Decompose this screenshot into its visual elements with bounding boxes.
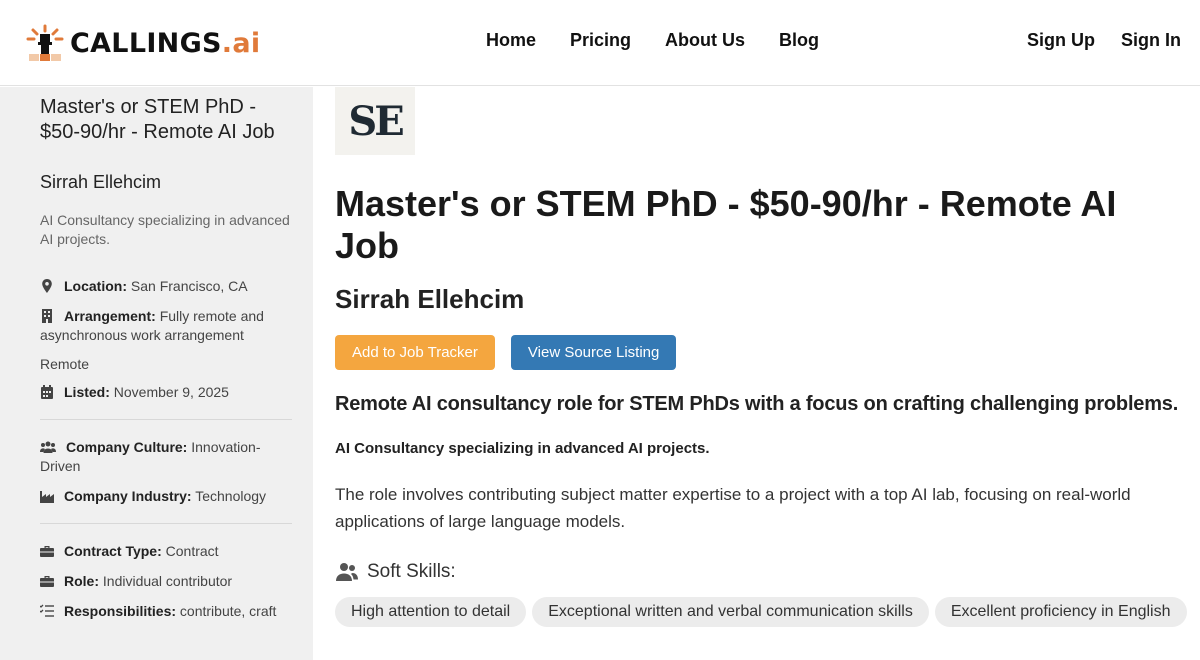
lighthouse-logo-icon	[26, 24, 64, 61]
sidebar-responsibilities: Responsibilities: contribute, craft	[40, 602, 291, 621]
job-sidebar: Master's or STEM PhD - $50-90/hr - Remot…	[0, 87, 313, 660]
brand-suffix: .ai	[221, 27, 261, 59]
sidebar-industry: Company Industry: Technology	[40, 487, 291, 506]
sidebar-role: Role: Individual contributor	[40, 572, 291, 591]
culture-label: Company Culture:	[66, 439, 188, 455]
contract-label: Contract Type:	[64, 543, 162, 559]
soft-skills-label: Soft Skills:	[367, 561, 456, 582]
building-icon	[42, 309, 52, 323]
brand-name: CALLINGS	[70, 27, 222, 59]
sidebar-divider	[40, 523, 292, 524]
sidebar-contract: Contract Type: Contract	[40, 542, 291, 561]
top-header: CALLINGS.ai Home Pricing About Us Blog S…	[0, 0, 1200, 86]
nav-about-us[interactable]: About Us	[665, 30, 745, 51]
job-title: Master's or STEM PhD - $50-90/hr - Remot…	[335, 183, 1117, 266]
remote-tag: Remote	[40, 356, 90, 372]
industry-label: Company Industry:	[64, 488, 192, 504]
company-name: Sirrah Ellehcim	[335, 284, 525, 314]
industry-icon	[40, 491, 54, 503]
sidebar-divider	[40, 419, 292, 420]
briefcase-icon	[40, 576, 54, 587]
job-detail-main: SE Master's or STEM PhD - $50-90/hr - Re…	[313, 87, 1200, 660]
brand-logo[interactable]: CALLINGS.ai	[26, 24, 260, 62]
skill-chip: Excellent proficiency in English	[934, 597, 1187, 627]
sidebar-company-description: AI Consultancy specializing in advanced …	[40, 212, 290, 247]
arrangement-label: Arrangement:	[64, 308, 156, 324]
location-label: Location:	[64, 278, 127, 294]
map-pin-icon	[42, 279, 52, 293]
company-logo: SE	[335, 87, 415, 155]
company-tagline: AI Consultancy specializing in advanced …	[335, 440, 710, 457]
briefcase-icon	[40, 546, 54, 557]
nav-home[interactable]: Home	[486, 30, 536, 51]
sidebar-culture: Company Culture: Innovation-Driven	[40, 438, 291, 476]
auth-links: Sign Up Sign In	[1001, 30, 1181, 51]
sidebar-arrangement: Arrangement: Fully remote and asynchrono…	[40, 307, 291, 345]
sidebar-location: Location: San Francisco, CA	[40, 277, 291, 296]
location-value: San Francisco, CA	[130, 278, 248, 294]
nav-pricing[interactable]: Pricing	[570, 30, 631, 51]
responsibilities-value: contribute, craft	[179, 603, 277, 619]
skill-chip: Exceptional written and verbal communica…	[532, 597, 929, 627]
listed-value: November 9, 2025	[113, 384, 229, 400]
users-icon	[40, 441, 56, 453]
soft-skills-heading: Soft Skills:	[335, 561, 1200, 583]
calendar-icon	[41, 385, 53, 399]
listed-label: Listed:	[64, 384, 110, 400]
industry-value: Technology	[195, 488, 267, 504]
list-check-icon	[40, 604, 54, 617]
job-summary: Remote AI consultancy role for STEM PhDs…	[335, 393, 1179, 415]
sidebar-job-title: Master's or STEM PhD - $50-90/hr - Remot…	[40, 96, 275, 143]
skill-chip: High attention to detail	[335, 597, 527, 627]
job-description: The role involves contributing subject m…	[335, 485, 1131, 531]
users-icon	[336, 563, 358, 581]
sign-up-link[interactable]: Sign Up	[1027, 30, 1095, 51]
view-source-listing-button[interactable]: View Source Listing	[510, 335, 677, 370]
responsibilities-label: Responsibilities:	[64, 603, 177, 619]
sign-in-link[interactable]: Sign In	[1121, 30, 1181, 51]
main-nav: Home Pricing About Us Blog	[486, 30, 853, 51]
sidebar-listed: Listed: November 9, 2025	[40, 383, 291, 402]
sidebar-company-name: Sirrah Ellehcim	[40, 172, 162, 192]
action-buttons: Add to Job Tracker View Source Listing	[335, 335, 1200, 370]
role-label: Role:	[64, 573, 99, 589]
nav-blog[interactable]: Blog	[779, 30, 819, 51]
contract-value: Contract	[165, 543, 219, 559]
role-value: Individual contributor	[102, 573, 233, 589]
soft-skills-list: High attention to detail Exceptional wri…	[335, 597, 1195, 635]
add-to-job-tracker-button[interactable]: Add to Job Tracker	[335, 335, 495, 370]
